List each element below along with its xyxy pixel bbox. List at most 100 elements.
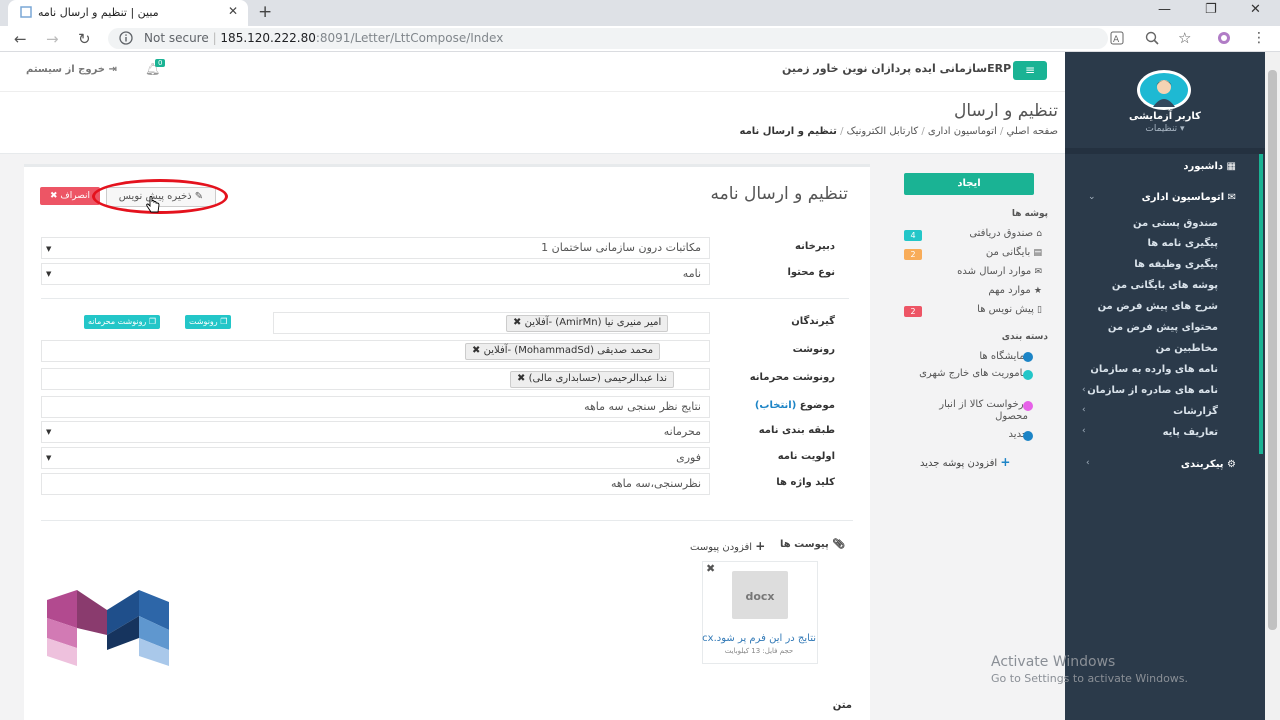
create-button[interactable]: ایجاد	[904, 173, 1034, 195]
browser-menu-icon[interactable]: ⋮	[1252, 30, 1266, 46]
user-settings-link[interactable]: تنظیمات ▾	[1065, 124, 1265, 134]
dashboard-icon: ▦	[1226, 161, 1236, 172]
user-name[interactable]: کاربر آزمایشی	[1065, 111, 1265, 122]
remove-tag-icon[interactable]: ✖	[517, 373, 525, 384]
sidebar-subitem[interactable]: پیگیری وظیفه ها	[1134, 259, 1218, 270]
cc-tag[interactable]: محمد صدیقی (MohammadSd) -آفلاین ✖	[465, 343, 661, 360]
sidebar-item-office-automation[interactable]: ✉ اتوماسیون اداری	[1142, 192, 1236, 203]
sidebar-subitem[interactable]: تعاریف پایه	[1163, 427, 1218, 438]
attachment-filename[interactable]: نتایج در این فرم پر شود.docx	[702, 633, 816, 644]
cancel-button[interactable]: ✖ انصراف	[40, 187, 100, 205]
inbox-count-badge: 4	[904, 230, 922, 241]
category-dot	[1023, 370, 1033, 380]
folder-drafts[interactable]: ▯ پیش نویس ها	[977, 304, 1042, 315]
breadcrumb-kartabl[interactable]: کارتابل الکترونیک	[847, 126, 918, 137]
reload-icon[interactable]: ↻	[78, 30, 91, 48]
scrollbar-thumb[interactable]	[1268, 70, 1277, 630]
keywords-input[interactable]: نظرسنجی،سه ماهه	[41, 473, 710, 495]
sidebar-item-config[interactable]: ⚙ پیکربندی	[1181, 459, 1236, 470]
folder-important[interactable]: ★ موارد مهم	[988, 285, 1042, 296]
breadcrumb: صفحه اصلي / اتوماسیون اداری / کارتابل ال…	[739, 126, 1058, 137]
translate-icon[interactable]: A	[1110, 31, 1124, 45]
sidebar-subitem[interactable]: مخاطبین من	[1156, 343, 1218, 354]
chevron-left-icon: ‹	[1082, 426, 1086, 436]
sidebar-subitem[interactable]: شرح های پیش فرض من	[1098, 301, 1218, 312]
bcc-tag[interactable]: ندا عبدالرحیمی (حسابداری مالی) ✖	[510, 371, 675, 388]
signout-icon: ⇥	[108, 64, 117, 75]
sidebar-subitem[interactable]: پوشه های بایگانی من	[1112, 280, 1218, 291]
sidebar-subitem[interactable]: صندوق پستی من	[1133, 218, 1218, 229]
dropdown-arrow-icon: ▼	[46, 428, 52, 436]
subject-input[interactable]: نتایج نظر سنجی سه ماهه	[41, 396, 710, 418]
remove-attachment-icon[interactable]: ✖	[706, 562, 715, 575]
cc-toggle-button[interactable]: ❐ رونوشت	[185, 315, 232, 329]
category-dot	[1023, 352, 1033, 362]
add-folder-link[interactable]: + افزودن پوشه جدید	[920, 455, 1010, 469]
plus-icon: +	[755, 539, 766, 553]
menu-toggle-button[interactable]: ≡	[1013, 61, 1047, 80]
forward-icon[interactable]: →	[46, 30, 59, 48]
folder-sent[interactable]: ✉ موارد ارسال شده	[957, 266, 1042, 277]
priority-select[interactable]: فوری	[41, 447, 710, 469]
chevron-down-icon: ⌄	[1088, 192, 1096, 202]
app-logo	[47, 590, 171, 668]
logout-link[interactable]: ⇥ خروج از سیستم	[26, 64, 117, 75]
envelope-icon: ✉	[1227, 192, 1236, 203]
content-type-select[interactable]: نامه	[41, 263, 710, 285]
breadcrumb-office[interactable]: اتوماسیون اداری	[928, 126, 997, 137]
form-divider	[41, 298, 849, 299]
body-label: متن	[832, 700, 852, 711]
page-title: تنظیم و ارسال	[954, 101, 1058, 121]
close-icon: ✖	[49, 191, 58, 201]
bcc-toggle-button[interactable]: ❐ رونوشت محرمانه	[84, 315, 161, 329]
remove-tag-icon[interactable]: ✖	[472, 345, 480, 356]
attachments-label: 📎︎ پیوست ها	[780, 539, 845, 550]
zoom-icon[interactable]	[1145, 31, 1159, 45]
category-item[interactable]: درخواست کالا از انبار محصول	[918, 399, 1028, 423]
restore-icon[interactable]: ❐	[1205, 2, 1217, 17]
secretariat-select[interactable]: مکاتبات درون سازمانی ساختمان 1	[41, 237, 710, 259]
tab-close-icon[interactable]: ✕	[228, 4, 238, 18]
classification-select[interactable]: محرمانه	[41, 421, 710, 443]
tab-title: مبین | تنظیم و ارسال نامه	[38, 6, 159, 19]
sidebar-separator	[1065, 148, 1265, 154]
bookmark-star-icon[interactable]: ☆	[1178, 29, 1191, 47]
avatar[interactable]	[1137, 70, 1191, 110]
url-text[interactable]: Not secure | 185.120.222.80:8091/Letter/…	[144, 31, 503, 45]
sidebar-subitem[interactable]: پیگیری نامه ها	[1147, 238, 1218, 249]
close-window-icon[interactable]: ✕	[1250, 2, 1261, 17]
new-tab-icon[interactable]: +	[258, 2, 272, 22]
category-item[interactable]: جدید	[918, 429, 1028, 441]
browser-tab[interactable]: مبین | تنظیم و ارسال نامه ✕	[8, 0, 248, 26]
sidebar-subitem[interactable]: محتوای پیش فرض من	[1108, 322, 1218, 333]
extension-icon[interactable]	[1216, 30, 1232, 46]
recipient-tag[interactable]: امیر منیری نیا (AmirMn) -آفلاین ✖	[506, 315, 669, 332]
remove-tag-icon[interactable]: ✖	[513, 317, 521, 328]
back-icon[interactable]: ←	[14, 30, 27, 48]
docx-file-icon: docx	[732, 571, 788, 619]
keywords-label: کلید واژه ها	[776, 477, 835, 488]
sidebar-subitem[interactable]: نامه های صادره از سازمان	[1087, 385, 1218, 396]
folder-inbox[interactable]: ⌂ صندوق دریافتی	[969, 228, 1042, 239]
form-divider	[41, 520, 853, 521]
categories-heading: دسته بندی	[1001, 332, 1048, 342]
breadcrumb-home[interactable]: صفحه اصلي	[1007, 126, 1058, 137]
file-icon: ▯	[1037, 305, 1042, 315]
add-attachment-link[interactable]: + افزودن پیوست	[690, 539, 765, 553]
sidebar-subitem[interactable]: نامه های وارده به سازمان	[1090, 364, 1218, 375]
archive-count-badge: 2	[904, 249, 922, 260]
notification-badge: 0	[155, 59, 166, 67]
subject-pick-link[interactable]: (انتخاب)	[755, 400, 796, 411]
sidebar-item-dashboard[interactable]: ▦ داشبورد	[1183, 161, 1236, 172]
brand-title: ERPسازمانی ایده پردازان نوین خاور زمین	[782, 62, 1012, 75]
svg-text:A: A	[1113, 35, 1120, 45]
sidebar-subitem[interactable]: گزارشات	[1173, 406, 1218, 417]
minimize-icon[interactable]: —	[1158, 2, 1171, 17]
folder-archive[interactable]: ▤ بایگانی من	[986, 247, 1042, 258]
sitemap-icon: ⚙	[1227, 459, 1236, 470]
info-icon[interactable]	[119, 31, 133, 45]
category-dot	[1023, 431, 1033, 441]
category-item[interactable]: ماموریت های خارج شهری	[918, 368, 1028, 380]
category-item[interactable]: نمایشگاه ها	[918, 351, 1028, 363]
folders-heading: پوشه ها	[1011, 209, 1048, 219]
